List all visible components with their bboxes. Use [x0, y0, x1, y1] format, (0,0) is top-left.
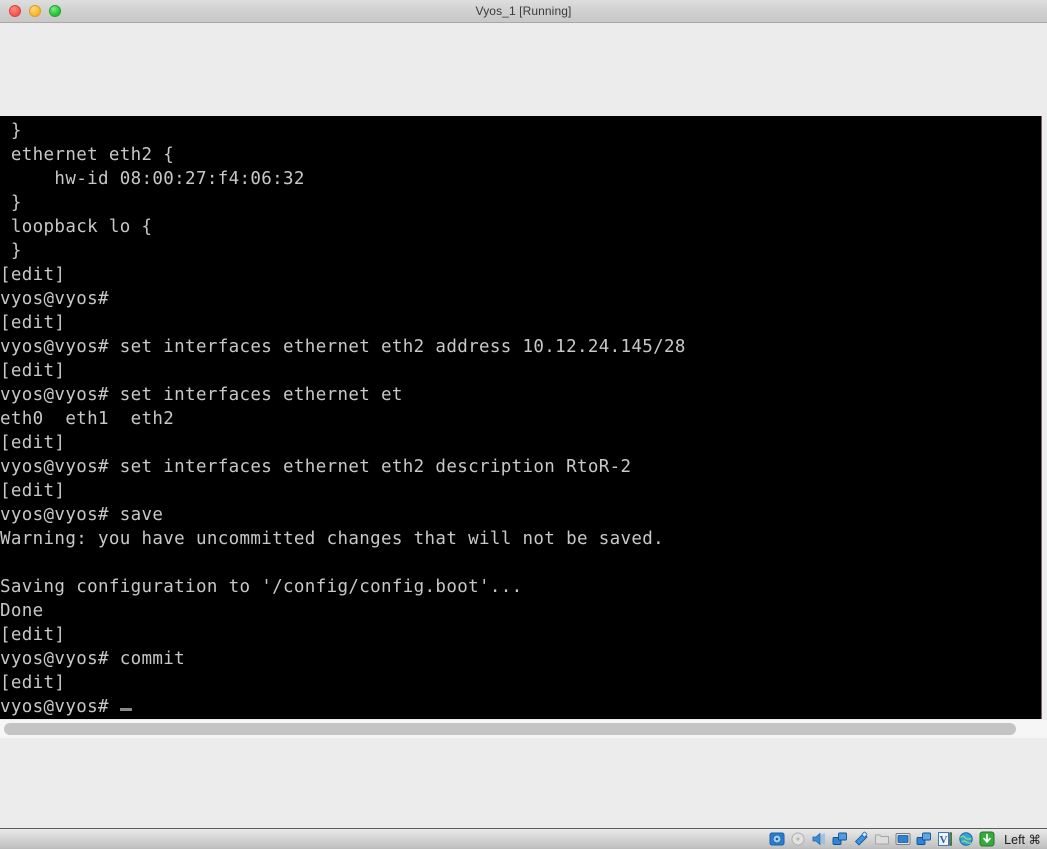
terminal-line: vyos@vyos# save — [0, 505, 164, 525]
guest-screen[interactable]: } ethernet eth2 { hw-id 08:00:27:f4:06:3… — [0, 116, 1042, 719]
shared-folders-icon[interactable] — [874, 831, 890, 847]
terminal-line: [edit] — [0, 361, 66, 381]
host-key-label: Left ⌘ — [1004, 832, 1041, 847]
terminal-line: Saving configuration to '/config/config.… — [0, 577, 523, 597]
terminal-line: vyos@vyos# set interfaces ethernet et — [0, 385, 403, 405]
terminal-line: } — [0, 193, 22, 213]
video-capture-icon[interactable]: V — [937, 831, 953, 847]
terminal-line: hw-id 08:00:27:f4:06:32 — [0, 169, 305, 189]
svg-text:V: V — [940, 834, 948, 846]
terminal-line: vyos@vyos# set interfaces ethernet eth2 … — [0, 457, 632, 477]
display-icon[interactable] — [895, 831, 911, 847]
terminal-line: [edit] — [0, 265, 66, 285]
terminal-line: eth0 eth1 eth2 — [0, 409, 175, 429]
terminal-line: [edit] — [0, 673, 66, 693]
statusbar-icon-group: V Left ⌘ — [769, 829, 1041, 850]
download-arrow-icon[interactable] — [979, 831, 995, 847]
maximize-window-button[interactable] — [49, 5, 61, 17]
virtualbox-vm-window: Vyos_1 [Running] } ethernet eth2 { hw-id… — [0, 0, 1047, 849]
terminal-line: vyos@vyos# commit — [0, 649, 186, 669]
vm-statusbar: V Left ⌘ — [0, 828, 1047, 849]
audio-icon[interactable] — [811, 831, 827, 847]
terminal-line: Warning: you have uncommitted changes th… — [0, 529, 665, 549]
terminal-line: loopback lo { — [0, 217, 153, 237]
globe-icon[interactable] — [958, 831, 974, 847]
terminal-line: } — [0, 121, 22, 141]
terminal-line: ethernet eth2 { — [0, 145, 175, 165]
terminal-line: [edit] — [0, 481, 66, 501]
close-window-button[interactable] — [9, 5, 21, 17]
terminal-line: [edit] — [0, 625, 66, 645]
terminal-line: vyos@vyos# set interfaces ethernet eth2 … — [0, 337, 686, 357]
terminal-line: Done — [0, 601, 44, 621]
terminal-line: [edit] — [0, 433, 66, 453]
minimize-window-button[interactable] — [29, 5, 41, 17]
remote-display-icon[interactable] — [916, 831, 932, 847]
terminal-line: vyos@vyos# — [0, 289, 109, 309]
horizontal-scrollbar[interactable] — [0, 720, 1047, 738]
terminal-cursor — [119, 708, 132, 711]
network-adapter-icon[interactable] — [832, 831, 848, 847]
window-title: Vyos_1 [Running] — [475, 4, 572, 18]
terminal-line: } — [0, 241, 22, 261]
optical-disk-icon[interactable] — [790, 831, 806, 847]
terminal-output[interactable]: } ethernet eth2 { hw-id 08:00:27:f4:06:3… — [0, 116, 1041, 719]
window-titlebar[interactable]: Vyos_1 [Running] — [0, 0, 1047, 23]
vm-content-area: } ethernet eth2 { hw-id 08:00:27:f4:06:3… — [0, 23, 1047, 828]
usb-icon[interactable] — [853, 831, 869, 847]
terminal-prompt-line[interactable]: vyos@vyos# — [0, 695, 1041, 719]
terminal-prompt-text: vyos@vyos# — [0, 697, 120, 717]
terminal-line: [edit] — [0, 313, 66, 333]
hard-disk-icon[interactable] — [769, 831, 785, 847]
horizontal-scrollbar-thumb[interactable] — [4, 723, 1016, 735]
window-lower-padding — [0, 738, 1047, 828]
traffic-light-group — [9, 0, 61, 22]
